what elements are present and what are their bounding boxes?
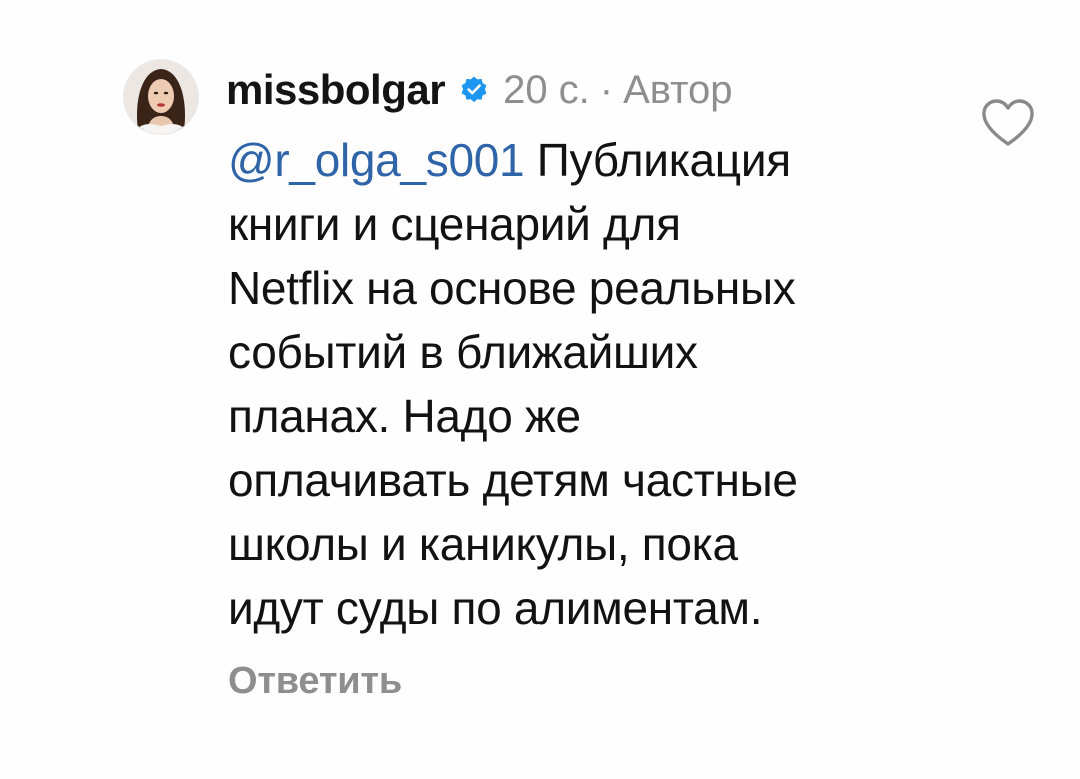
comment-header: missbolgar 20 с. · Автор [226,62,733,118]
comment-text: @r_olga_s001 Публикация книги и сценарий… [228,128,928,640]
comment-text-line: планах. Надо же [228,390,581,442]
comment-meta: 20 с. · Автор [503,68,732,113]
comment: missbolgar 20 с. · Автор @r_olga_s001 Публ… [0,0,1080,779]
comment-text-line: школы и каникулы, пока [228,518,738,570]
reply-button[interactable]: Ответить [228,660,402,703]
mention-link[interactable]: @r_olga_s001 [228,134,525,186]
avatar[interactable] [124,60,198,134]
comment-text-line: Netflix на основе реальных [228,262,796,314]
comment-text-line: Публикация [536,134,791,186]
comment-text-line: оплачивать детям частные [228,454,798,506]
author-label: Автор [623,67,733,112]
comment-text-line: событий в ближайших [228,326,698,378]
timestamp: 20 с. [503,67,590,112]
heart-outline-icon [982,99,1034,146]
like-button[interactable] [978,96,1038,150]
verified-badge-icon [459,75,489,105]
avatar-photo [124,60,198,134]
comment-line-1: @r_olga_s001 Публикация [228,128,928,192]
comment-text-line: книги и сценарий для [228,198,681,250]
username[interactable]: missbolgar [226,66,446,114]
comment-text-line: идут суды по алиментам. [228,582,763,634]
meta-separator: · [599,67,614,112]
